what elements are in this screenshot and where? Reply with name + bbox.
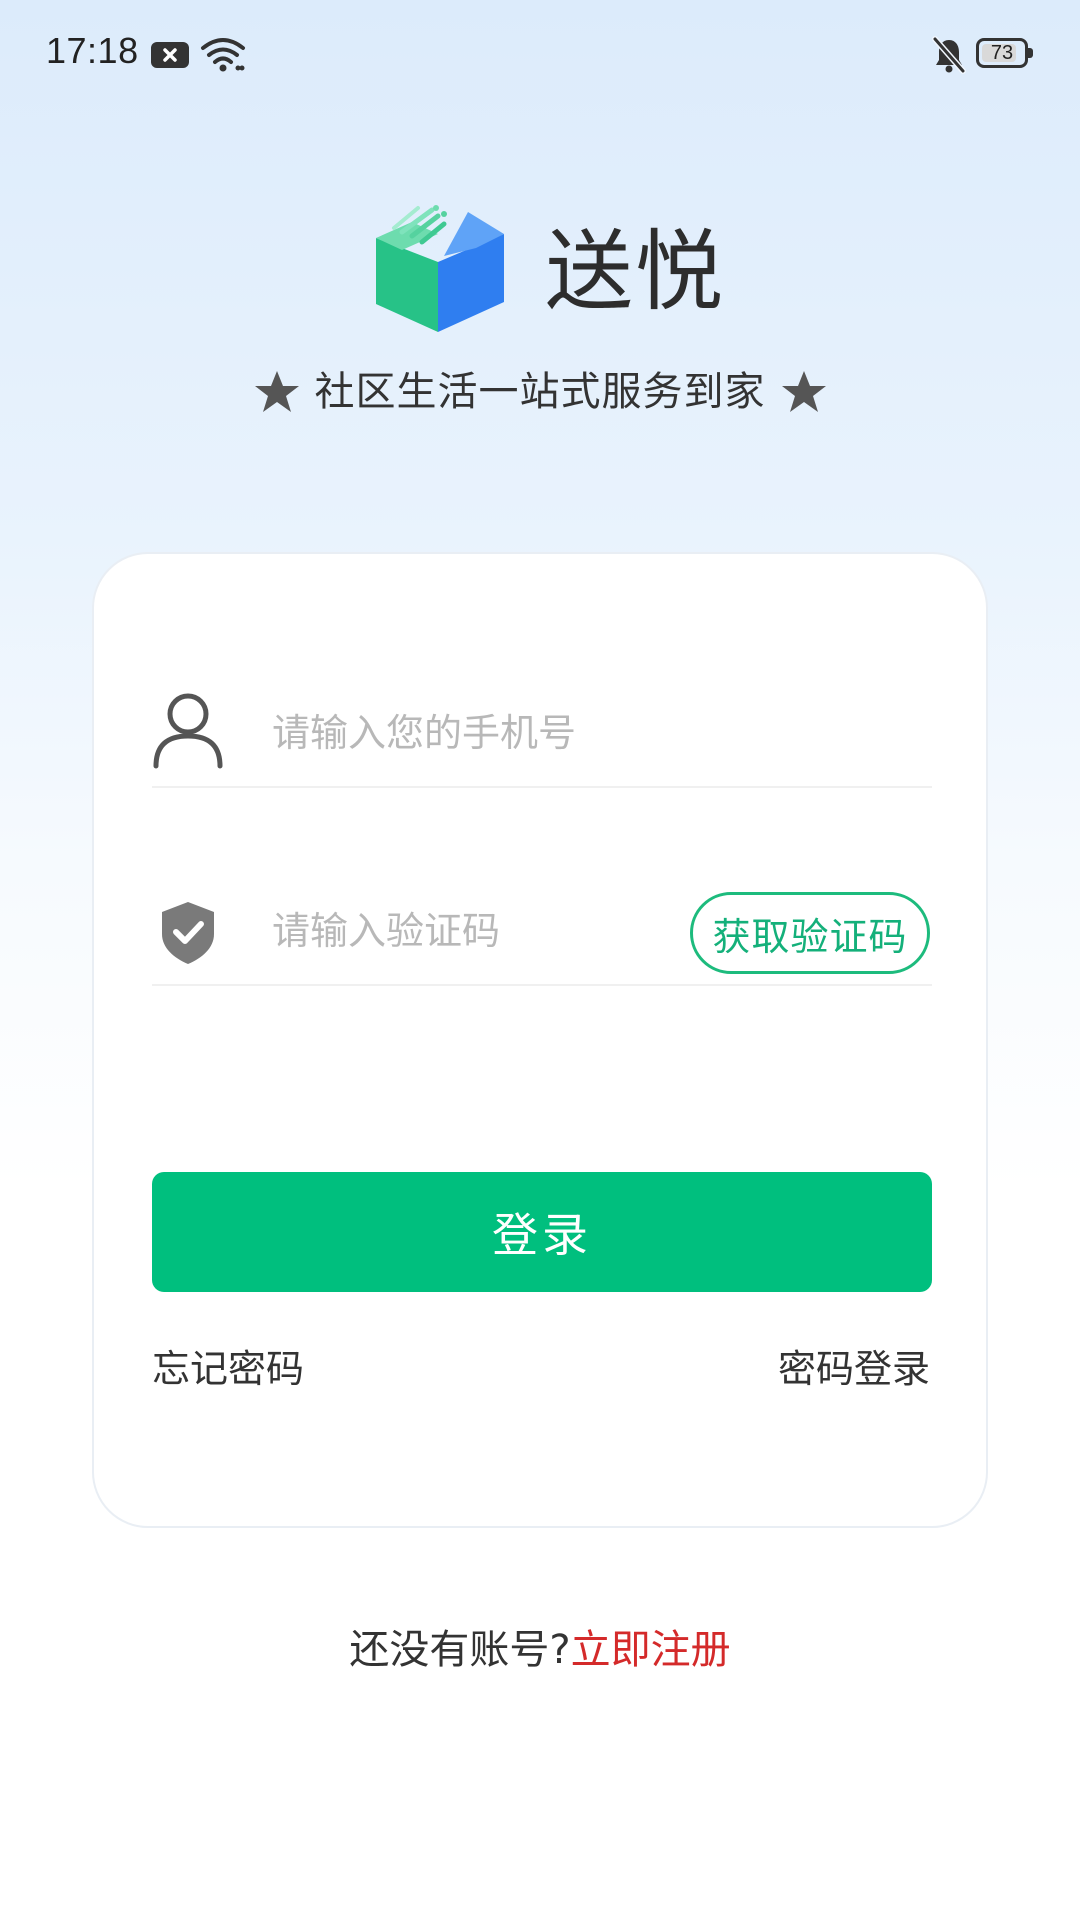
battery-cap	[1028, 48, 1033, 58]
tagline: 社区生活一站式服务到家	[0, 362, 1080, 422]
status-time: 17:18	[46, 30, 139, 71]
code-field-row: 获取验证码	[152, 874, 932, 986]
brand-name: 送悦	[545, 220, 726, 323]
battery-percent: 73	[990, 42, 1014, 64]
status-bar: 17:18 73	[0, 0, 1080, 110]
phone-field-row	[152, 676, 932, 788]
bell-muted-icon	[932, 36, 966, 74]
user-icon	[153, 693, 223, 769]
app-logo-icon	[376, 205, 504, 332]
register-prompt: 还没有账号?	[349, 1627, 571, 1673]
login-button[interactable]: 登录	[152, 1172, 932, 1292]
get-code-button[interactable]: 获取验证码	[690, 892, 930, 974]
verification-code-input[interactable]	[272, 896, 652, 966]
phone-input[interactable]	[272, 698, 892, 768]
notification-icon	[151, 42, 189, 68]
wifi-icon	[201, 38, 245, 72]
star-icon	[781, 371, 826, 412]
star-icon	[254, 371, 299, 412]
register-row: 还没有账号?立即注册	[0, 1620, 1080, 1680]
battery-indicator: 73	[976, 38, 1034, 68]
shield-check-icon	[162, 902, 214, 964]
password-login-link[interactable]: 密码登录	[778, 1338, 930, 1393]
tagline-text: 社区生活一站式服务到家	[314, 369, 766, 415]
register-link[interactable]: 立即注册	[571, 1627, 731, 1673]
forgot-password-link[interactable]: 忘记密码	[152, 1338, 304, 1393]
login-card: 获取验证码 登录 忘记密码 密码登录	[92, 552, 988, 1528]
